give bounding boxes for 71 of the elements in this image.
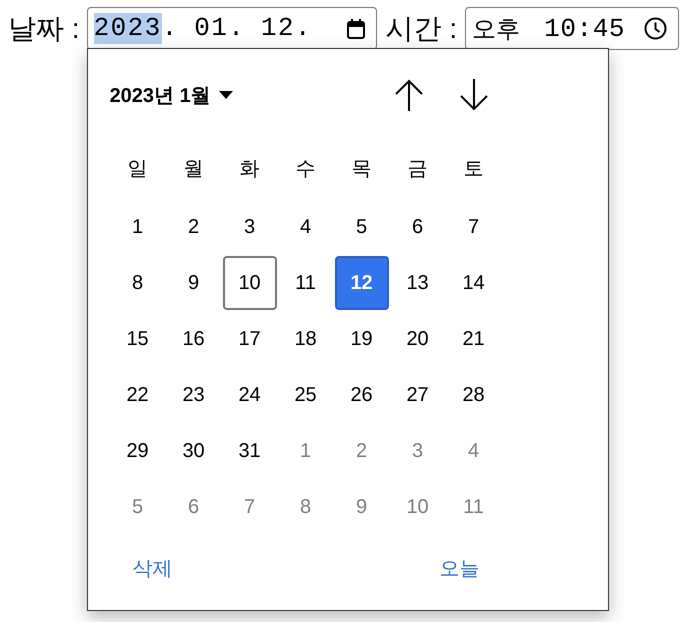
- up-arrow-icon: [394, 79, 423, 111]
- calendar-day[interactable]: 31: [222, 424, 277, 478]
- next-month-button[interactable]: [458, 79, 490, 111]
- calendar-day[interactable]: 22: [110, 368, 165, 422]
- calendar-day[interactable]: 10: [390, 480, 445, 534]
- calendar-day[interactable]: 11: [278, 256, 333, 310]
- calendar-day[interactable]: 15: [110, 312, 165, 366]
- calendar-day[interactable]: 2: [166, 200, 221, 254]
- down-arrow-icon: [460, 79, 488, 111]
- calendar-day[interactable]: 27: [390, 368, 445, 422]
- date-segment[interactable]: 12: [260, 13, 295, 44]
- calendar-day[interactable]: 14: [446, 256, 501, 310]
- date-input[interactable]: 2023. 01. 12.: [86, 7, 377, 50]
- calendar-day[interactable]: 17: [222, 312, 277, 366]
- calendar-day[interactable]: 6: [390, 200, 445, 254]
- calendar-day[interactable]: 2: [334, 424, 389, 478]
- calendar-day[interactable]: 24: [222, 368, 277, 422]
- weekday-label: 화: [240, 156, 260, 182]
- calendar-day[interactable]: 25: [278, 368, 333, 422]
- calendar-day[interactable]: 13: [390, 256, 445, 310]
- date-label: 날짜 :: [8, 12, 80, 46]
- calendar-day[interactable]: 10: [222, 256, 277, 310]
- action-button[interactable]: 오늘: [416, 548, 502, 588]
- calendar-day[interactable]: 12: [334, 256, 389, 310]
- calendar-day[interactable]: 28: [446, 368, 501, 422]
- calendar-day[interactable]: 9: [166, 256, 221, 310]
- calendar-day[interactable]: 3: [222, 200, 277, 254]
- calendar-day[interactable]: 6: [166, 480, 221, 534]
- calendar-day[interactable]: 19: [334, 312, 389, 366]
- calendar-day[interactable]: 20: [390, 312, 445, 366]
- calendar-day[interactable]: 18: [278, 312, 333, 366]
- weekday-label: 목: [352, 156, 372, 182]
- calendar-day[interactable]: 1: [278, 424, 333, 478]
- calendar-day[interactable]: 7: [446, 200, 501, 254]
- calendar-day[interactable]: 23: [166, 368, 221, 422]
- caret-icon: [218, 91, 233, 99]
- calendar-day[interactable]: 4: [446, 424, 501, 478]
- date-separator: .: [294, 13, 310, 44]
- calendar-day[interactable]: 5: [110, 480, 165, 534]
- calendar-day[interactable]: 3: [390, 424, 445, 478]
- calendar-day[interactable]: 11: [446, 480, 501, 534]
- calendar-day[interactable]: 1: [110, 200, 165, 254]
- time-value: 10:45: [544, 14, 626, 44]
- clock-icon[interactable]: [644, 17, 668, 40]
- date-segment[interactable]: 2023: [94, 13, 162, 44]
- date-separator: .: [162, 13, 178, 44]
- date-separator: .: [228, 13, 244, 44]
- calendar-day[interactable]: 29: [110, 424, 165, 478]
- weekday-label: 수: [296, 156, 316, 182]
- calendar-day[interactable]: 30: [166, 424, 221, 478]
- calendar-day[interactable]: 8: [110, 256, 165, 310]
- time-period: 오후: [472, 14, 520, 44]
- calendar-day[interactable]: 5: [334, 200, 389, 254]
- calendar-day[interactable]: 16: [166, 312, 221, 366]
- calendar-day[interactable]: 26: [334, 368, 389, 422]
- weekday-label: 일: [128, 156, 148, 182]
- time-input[interactable]: 오후 10:45: [465, 7, 680, 50]
- calendar-day[interactable]: 4: [278, 200, 333, 254]
- month-year-button[interactable]: 2023년 1월: [110, 82, 233, 108]
- previous-month-button[interactable]: [392, 79, 425, 111]
- calendar-day[interactable]: 8: [278, 480, 333, 534]
- weekday-label: 금: [408, 156, 428, 182]
- calendar-day[interactable]: 21: [446, 312, 501, 366]
- weekday-label: 월: [184, 156, 204, 182]
- time-label: 시간 :: [386, 12, 458, 46]
- action-button[interactable]: 삭제: [110, 548, 195, 588]
- calendar-day[interactable]: 9: [334, 480, 389, 534]
- date-segment[interactable]: 01: [194, 13, 228, 44]
- calendar-day[interactable]: 7: [222, 480, 277, 534]
- weekday-label: 토: [464, 156, 484, 182]
- calendar-icon[interactable]: [346, 18, 365, 38]
